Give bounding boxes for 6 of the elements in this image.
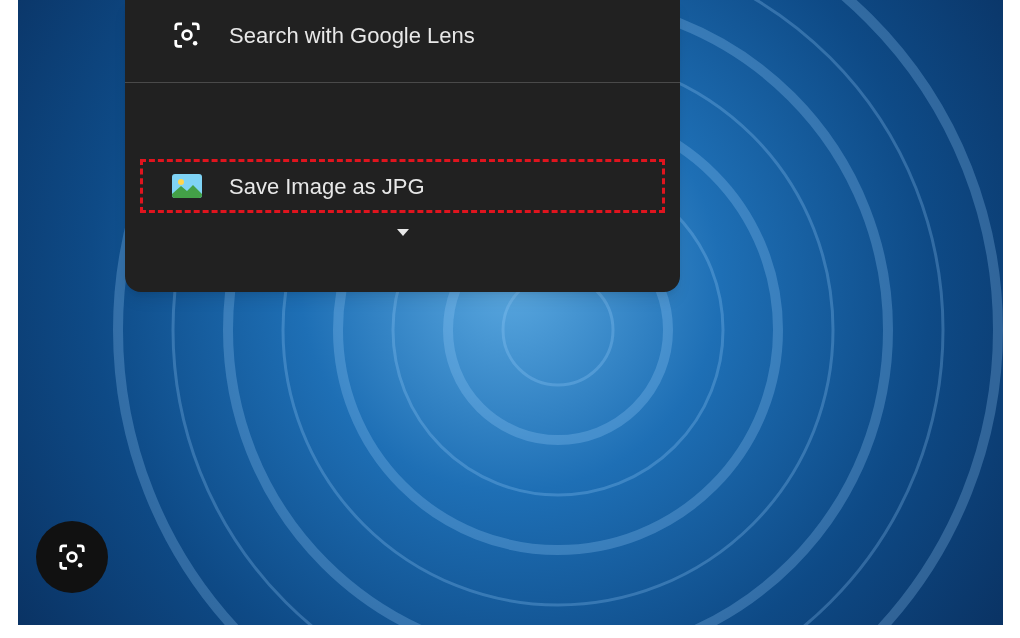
menu-item[interactable]: Save Image as JPG — [140, 159, 665, 213]
image-icon — [171, 173, 203, 199]
lens-icon — [172, 20, 202, 50]
menu-item[interactable]: Search with Google Lens — [140, 8, 665, 62]
lens-icon — [57, 542, 87, 572]
caret-icon[interactable] — [396, 229, 409, 236]
